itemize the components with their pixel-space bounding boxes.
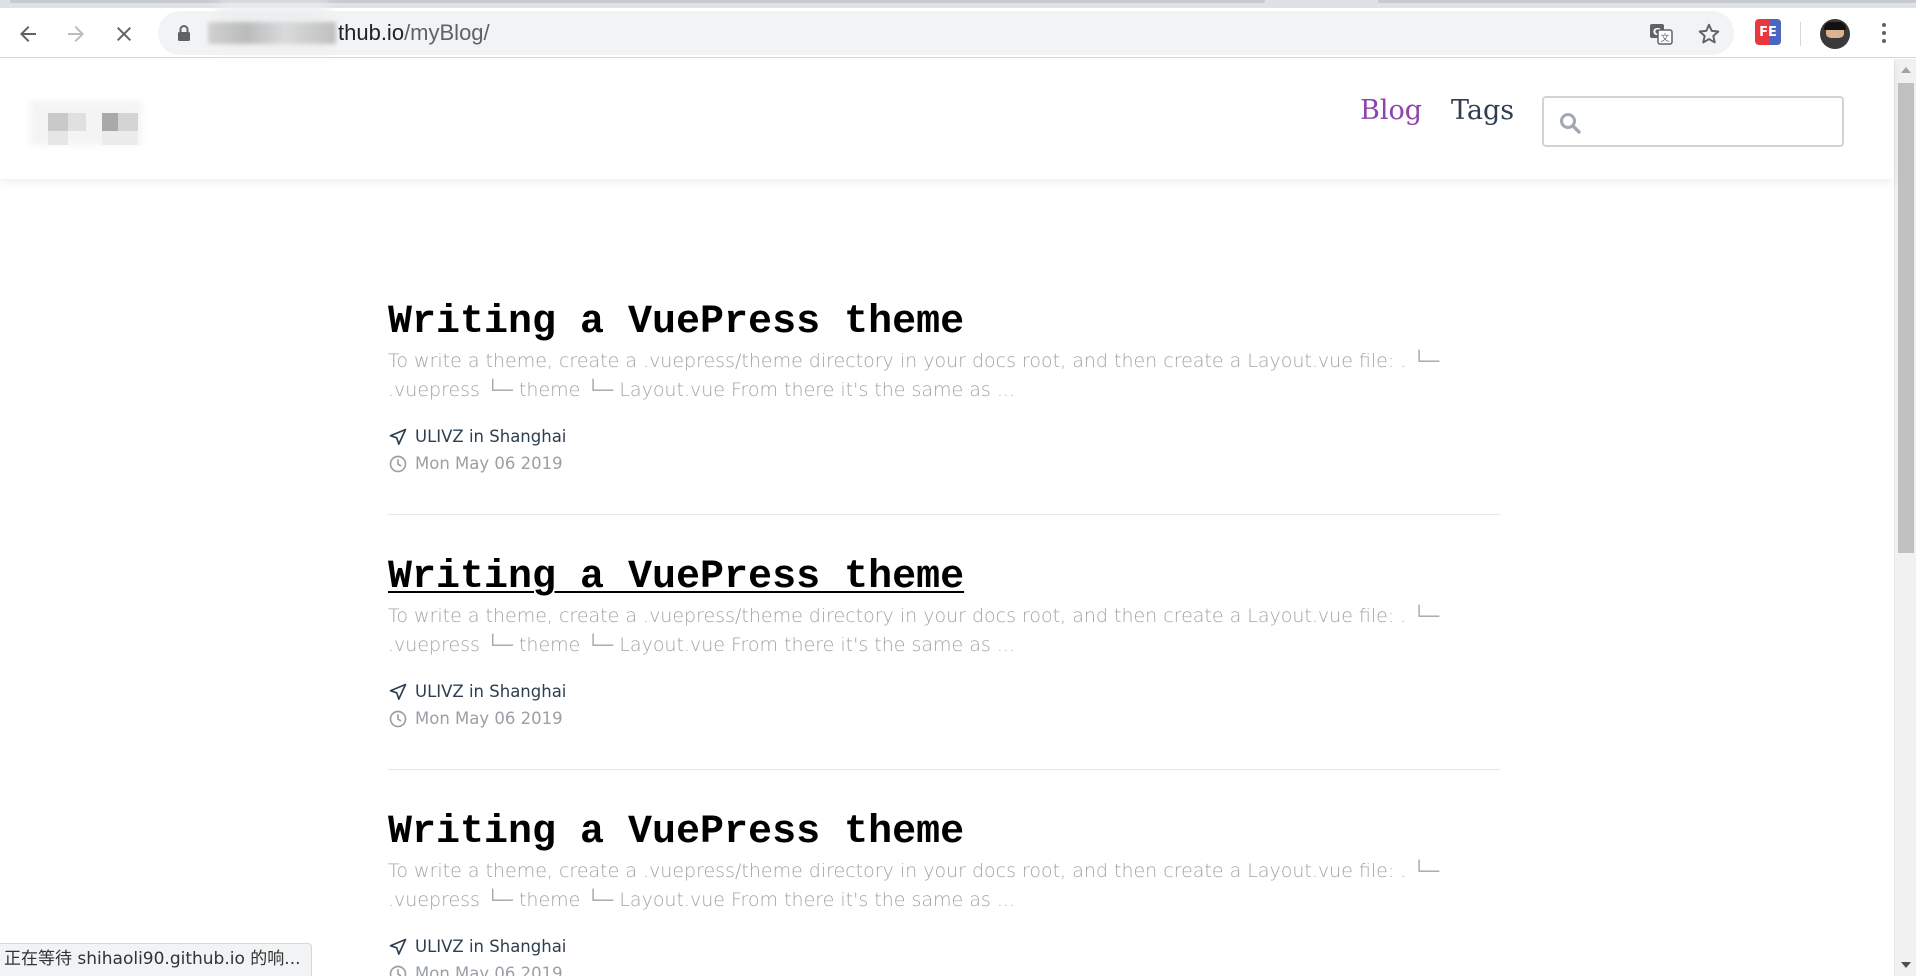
fe-extension-icon: FE — [1755, 19, 1781, 45]
post-date: Mon May 06 2019 — [415, 709, 563, 728]
search-input[interactable] — [1592, 104, 1832, 138]
logo-pixel — [118, 113, 138, 131]
fe-extension-button[interactable]: FE — [1752, 16, 1784, 48]
post-author-row: ULIVZ in Shanghai — [388, 678, 1500, 705]
logo-pixel — [48, 131, 68, 145]
post-date: Mon May 06 2019 — [415, 964, 563, 976]
url-host: thub.io — [338, 20, 405, 45]
post-author-row: ULIVZ in Shanghai — [388, 423, 1500, 450]
logo-pixel — [102, 113, 118, 131]
logo-pixel — [48, 113, 68, 131]
post-date: Mon May 06 2019 — [415, 454, 563, 473]
post-title-link[interactable]: Writing a VuePress theme — [388, 809, 964, 857]
back-button[interactable] — [8, 14, 48, 54]
post-author-row: ULIVZ in Shanghai — [388, 933, 1500, 960]
redacted-url-segment — [208, 22, 336, 44]
clock-icon — [389, 710, 407, 727]
arrow-left-icon — [20, 26, 36, 42]
toolbar-divider — [1800, 22, 1801, 46]
scroll-down-arrow-icon[interactable] — [1901, 962, 1911, 968]
post-date-row: Mon May 06 2019 — [388, 705, 1500, 732]
scrollbar-thumb[interactable] — [1898, 83, 1914, 553]
logo-pixel — [102, 131, 138, 145]
post-date-row: Mon May 06 2019 — [388, 450, 1500, 477]
post-summary: To write a theme, create a .vuepress/the… — [388, 860, 1440, 911]
browser-toolbar: thub.io/myBlog/ G 文 FE — [0, 1, 1916, 58]
forward-button[interactable] — [56, 14, 96, 54]
search-icon — [1560, 113, 1581, 134]
url-path: /myBlog/ — [404, 20, 490, 45]
post-author: ULIVZ in Shanghai — [415, 427, 567, 446]
post-divider — [388, 769, 1500, 770]
tab-edge — [1378, 0, 1916, 3]
browser-status-bar: 正在等待 shihaoli90.github.io 的响... — [0, 943, 312, 976]
clock-icon — [389, 965, 407, 976]
search-box[interactable] — [1542, 96, 1844, 147]
post-author: ULIVZ in Shanghai — [415, 937, 567, 956]
profile-avatar[interactable] — [1820, 19, 1850, 49]
post-divider — [388, 514, 1500, 515]
svg-text:文: 文 — [1660, 32, 1669, 44]
navigation-icon — [389, 938, 407, 955]
arrow-right-icon — [68, 26, 84, 42]
post-summary: To write a theme, create a .vuepress/the… — [388, 605, 1440, 656]
dot — [1882, 39, 1886, 43]
post-meta: ULIVZ in Shanghai Mon May 06 2019 — [388, 678, 1500, 732]
post-meta: ULIVZ in Shanghai Mon May 06 2019 — [388, 423, 1500, 477]
post-item: Writing a VuePress theme To write a them… — [388, 554, 1500, 732]
close-icon — [117, 27, 131, 41]
site-header: Blog Tags — [0, 59, 1894, 179]
page-scrollbar[interactable] — [1894, 59, 1916, 976]
post-title-link[interactable]: Writing a VuePress theme — [388, 554, 964, 602]
address-bar[interactable]: thub.io/myBlog/ G 文 — [158, 1, 1734, 55]
stop-loading-button[interactable] — [104, 14, 144, 54]
page-viewport: Blog Tags Writing a VuePress theme To wr… — [0, 59, 1916, 976]
dot — [1882, 23, 1886, 27]
star-icon[interactable] — [1696, 21, 1722, 47]
dot — [1882, 31, 1886, 35]
navigation-icon — [389, 683, 407, 700]
logo-pixel — [68, 113, 86, 131]
post-author: ULIVZ in Shanghai — [415, 682, 567, 701]
post-title-link[interactable]: Writing a VuePress theme — [388, 299, 964, 347]
post-date-row: Mon May 06 2019 — [388, 960, 1500, 976]
nav-blog-link[interactable]: Blog — [1360, 95, 1422, 126]
nav-tags-link[interactable]: Tags — [1451, 95, 1514, 126]
post-meta: ULIVZ in Shanghai Mon May 06 2019 — [388, 933, 1500, 976]
scroll-up-arrow-icon[interactable] — [1901, 67, 1911, 73]
post-item: Writing a VuePress theme To write a them… — [388, 299, 1500, 477]
translate-icon[interactable]: G 文 — [1648, 21, 1674, 47]
clock-icon — [389, 455, 407, 472]
browser-menu-button[interactable] — [1872, 16, 1896, 50]
post-item: Writing a VuePress theme To write a them… — [388, 809, 1500, 976]
lock-icon — [178, 25, 190, 41]
site-logo[interactable] — [30, 95, 142, 151]
navigation-icon — [389, 428, 407, 445]
post-summary: To write a theme, create a .vuepress/the… — [388, 350, 1440, 401]
tab-edge — [10, 0, 1265, 3]
